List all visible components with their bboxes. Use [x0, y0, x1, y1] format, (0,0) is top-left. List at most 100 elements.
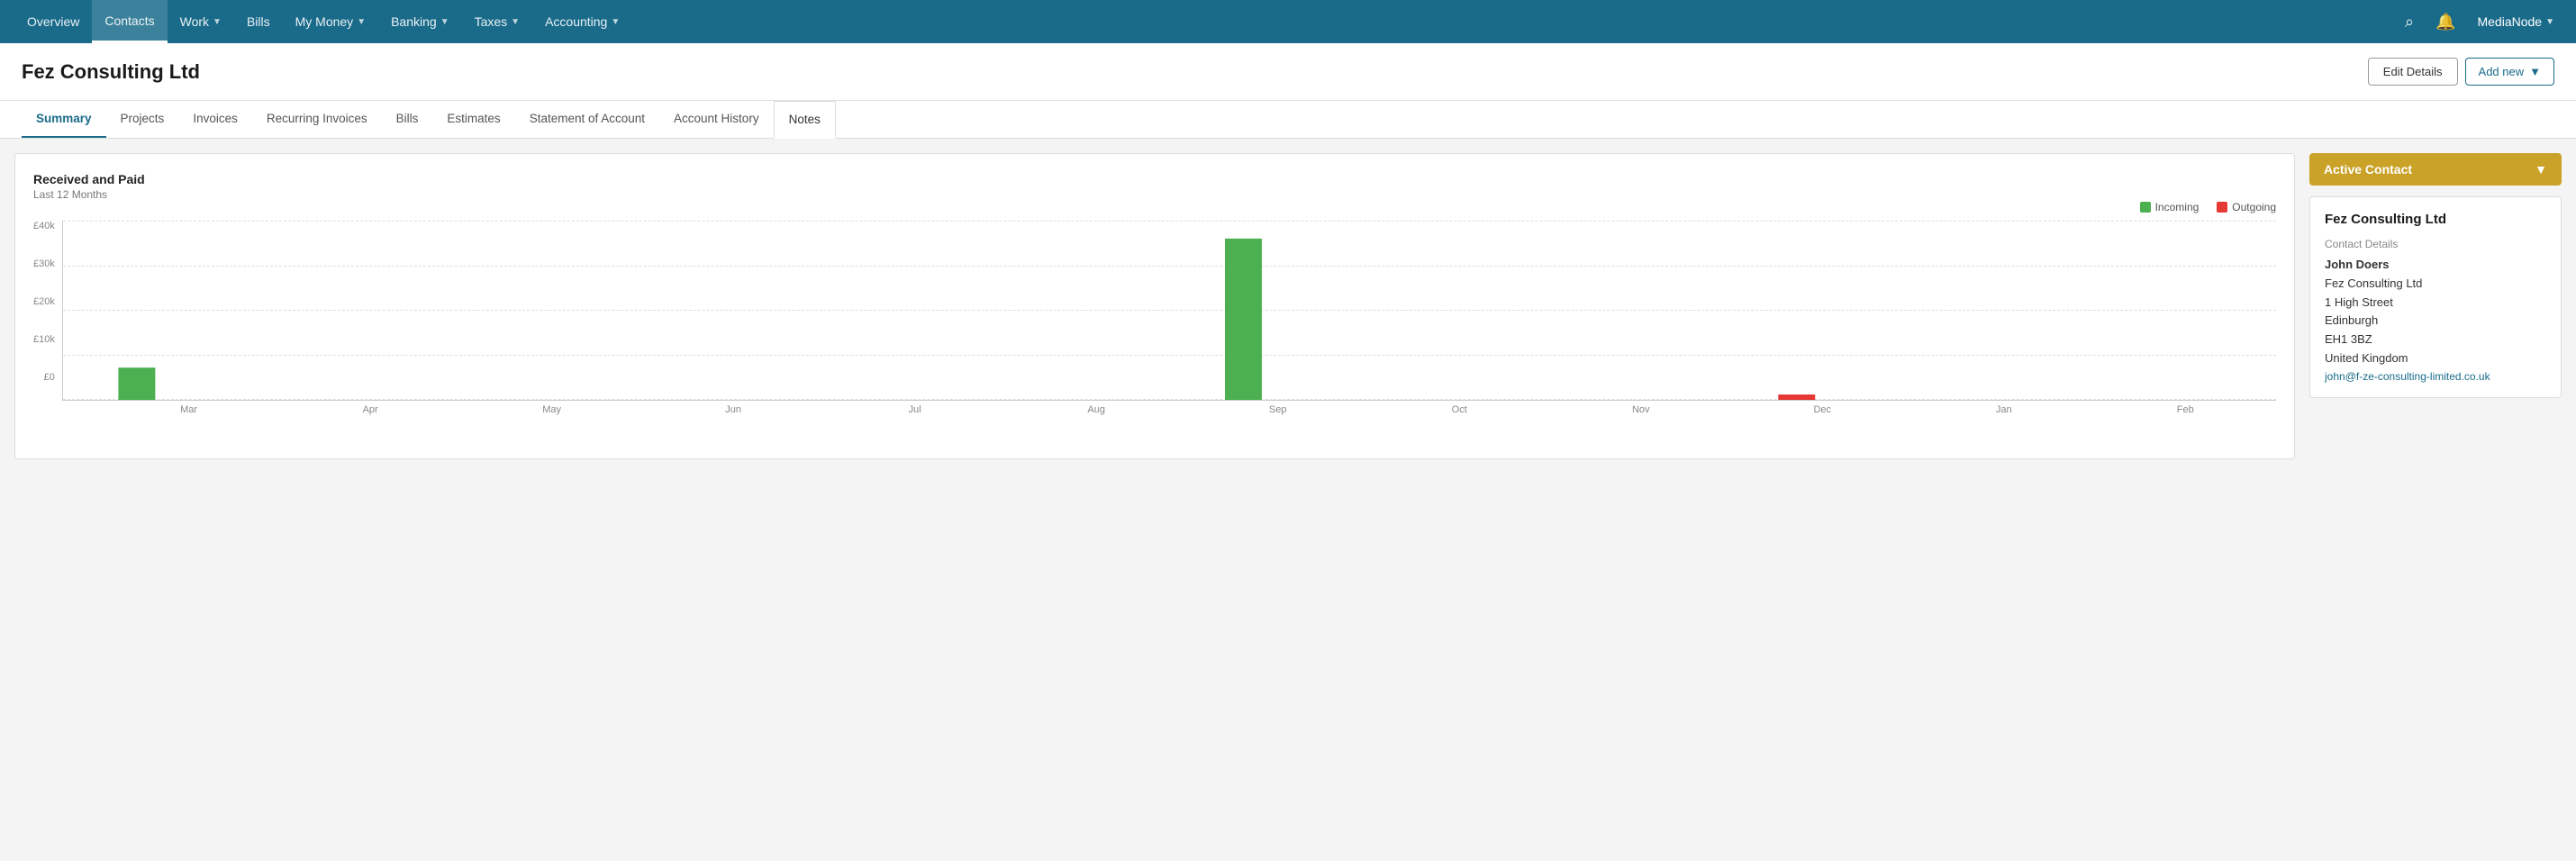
x-axis: Mar Apr May Jun Jul Aug Sep Oct Nov Dec …: [98, 404, 2276, 415]
tab-summary-label: Summary: [36, 112, 92, 125]
nav-label-bills: Bills: [247, 14, 270, 29]
x-label-nov: Nov: [1550, 404, 1732, 415]
header-actions: Edit Details Add new ▼: [2368, 58, 2554, 86]
y-label-20k: £20k: [33, 296, 55, 307]
tabs-bar: Summary Projects Invoices Recurring Invo…: [0, 101, 2576, 139]
contact-company: Fez Consulting Ltd: [2325, 275, 2546, 294]
x-label-feb: Feb: [2095, 404, 2277, 415]
nav-item-overview[interactable]: Overview: [14, 0, 92, 43]
tab-bills-label: Bills: [396, 112, 419, 125]
legend-incoming: Incoming: [2140, 201, 2200, 213]
y-label-0: £0: [44, 372, 55, 383]
y-label-40k: £40k: [33, 221, 55, 231]
page-title: Fez Consulting Ltd: [22, 60, 200, 84]
bar-mar-incoming: [118, 367, 155, 400]
tab-invoices[interactable]: Invoices: [178, 101, 252, 138]
add-new-chevron-icon: ▼: [2529, 65, 2541, 78]
contact-address-country: United Kingdom: [2325, 349, 2546, 368]
active-contact-label: Active Contact: [2324, 162, 2412, 177]
chart-section: Received and Paid Last 12 Months Incomin…: [14, 153, 2295, 459]
edit-details-button[interactable]: Edit Details: [2368, 58, 2458, 86]
active-contact-chevron-icon: ▼: [2535, 162, 2547, 177]
tab-recurring-invoices[interactable]: Recurring Invoices: [252, 101, 382, 138]
tab-statement-label: Statement of Account: [530, 112, 645, 125]
chart-title: Received and Paid: [33, 172, 2276, 186]
tab-summary[interactable]: Summary: [22, 101, 106, 138]
nav-bar: Overview Contacts Work ▼ Bills My Money …: [0, 0, 2576, 43]
search-button[interactable]: ⌕: [2398, 9, 2421, 35]
contact-address-line1: 1 High Street: [2325, 294, 2546, 313]
outgoing-dot: [2217, 202, 2227, 213]
chart-subtitle: Last 12 Months: [33, 188, 2276, 201]
incoming-dot: [2140, 202, 2151, 213]
chart-legend: Incoming Outgoing: [33, 201, 2276, 213]
accounting-chevron-icon: ▼: [611, 17, 620, 27]
tab-projects[interactable]: Projects: [106, 101, 179, 138]
tab-bills[interactable]: Bills: [382, 101, 433, 138]
tab-notes-label: Notes: [789, 113, 821, 126]
nav-label-overview: Overview: [27, 14, 79, 29]
nav-label-taxes: Taxes: [475, 14, 508, 29]
chart-plot-area: [62, 221, 2276, 401]
contact-email-link[interactable]: john@f-ze-consulting-limited.co.uk: [2325, 370, 2490, 383]
bar-chart-svg: [63, 221, 2276, 400]
legend-outgoing: Outgoing: [2217, 201, 2276, 213]
contact-person: John Doers: [2325, 256, 2546, 275]
tab-statement[interactable]: Statement of Account: [515, 101, 659, 138]
user-chevron-icon: ▼: [2545, 17, 2554, 27]
notifications-button[interactable]: 🔔: [2428, 9, 2463, 35]
chart-plot-wrapper: Mar Apr May Jun Jul Aug Sep Oct Nov Dec …: [62, 221, 2276, 415]
nav-item-banking[interactable]: Banking ▼: [378, 0, 462, 43]
user-menu[interactable]: MediaNode ▼: [2470, 14, 2562, 29]
nav-label-accounting: Accounting: [545, 14, 607, 29]
x-label-may: May: [461, 404, 643, 415]
tab-projects-label: Projects: [121, 112, 165, 125]
x-label-dec: Dec: [1732, 404, 1914, 415]
user-label: MediaNode: [2477, 14, 2542, 29]
tab-account-history-label: Account History: [674, 112, 759, 125]
active-contact-button[interactable]: Active Contact ▼: [2309, 153, 2562, 186]
mymoney-chevron-icon: ▼: [357, 17, 366, 27]
x-label-aug: Aug: [1005, 404, 1187, 415]
x-label-jun: Jun: [642, 404, 824, 415]
banking-chevron-icon: ▼: [440, 17, 449, 27]
add-new-label: Add new: [2479, 65, 2525, 78]
nav-item-bills[interactable]: Bills: [234, 0, 283, 43]
x-label-sep: Sep: [1187, 404, 1369, 415]
y-label-30k: £30k: [33, 258, 55, 269]
chart-area: £40k £30k £20k £10k £0: [33, 221, 2276, 415]
x-label-jan: Jan: [1913, 404, 2095, 415]
work-chevron-icon: ▼: [213, 17, 222, 27]
tab-recurring-invoices-label: Recurring Invoices: [267, 112, 367, 125]
add-new-button[interactable]: Add new ▼: [2465, 58, 2554, 86]
contact-card: Fez Consulting Ltd Contact Details John …: [2309, 196, 2562, 398]
nav-label-banking: Banking: [391, 14, 437, 29]
tab-notes[interactable]: Notes: [774, 101, 836, 139]
sidebar: Active Contact ▼ Fez Consulting Ltd Cont…: [2309, 153, 2562, 459]
nav-item-contacts[interactable]: Contacts: [92, 0, 167, 43]
page-header: Fez Consulting Ltd Edit Details Add new …: [0, 43, 2576, 101]
nav-item-accounting[interactable]: Accounting ▼: [532, 0, 632, 43]
taxes-chevron-icon: ▼: [511, 17, 520, 27]
bar-sep-incoming: [1225, 239, 1262, 400]
bar-nov-outgoing: [1778, 394, 1815, 400]
contact-card-name: Fez Consulting Ltd: [2325, 212, 2546, 227]
nav-item-mymoney[interactable]: My Money ▼: [283, 0, 378, 43]
nav-label-work: Work: [180, 14, 209, 29]
x-label-jul: Jul: [824, 404, 1006, 415]
tab-estimates[interactable]: Estimates: [432, 101, 514, 138]
nav-item-taxes[interactable]: Taxes ▼: [462, 0, 532, 43]
x-label-mar: Mar: [98, 404, 280, 415]
nav-item-work[interactable]: Work ▼: [168, 0, 234, 43]
contact-address-city: Edinburgh: [2325, 312, 2546, 331]
main-layout: Received and Paid Last 12 Months Incomin…: [0, 139, 2576, 474]
x-label-oct: Oct: [1368, 404, 1550, 415]
tab-invoices-label: Invoices: [193, 112, 238, 125]
contact-section-label: Contact Details: [2325, 238, 2546, 250]
nav-label-contacts: Contacts: [104, 14, 154, 28]
y-label-10k: £10k: [33, 334, 55, 345]
tab-account-history[interactable]: Account History: [659, 101, 774, 138]
contact-address-postcode: EH1 3BZ: [2325, 331, 2546, 349]
nav-label-mymoney: My Money: [295, 14, 354, 29]
incoming-label: Incoming: [2155, 201, 2200, 213]
